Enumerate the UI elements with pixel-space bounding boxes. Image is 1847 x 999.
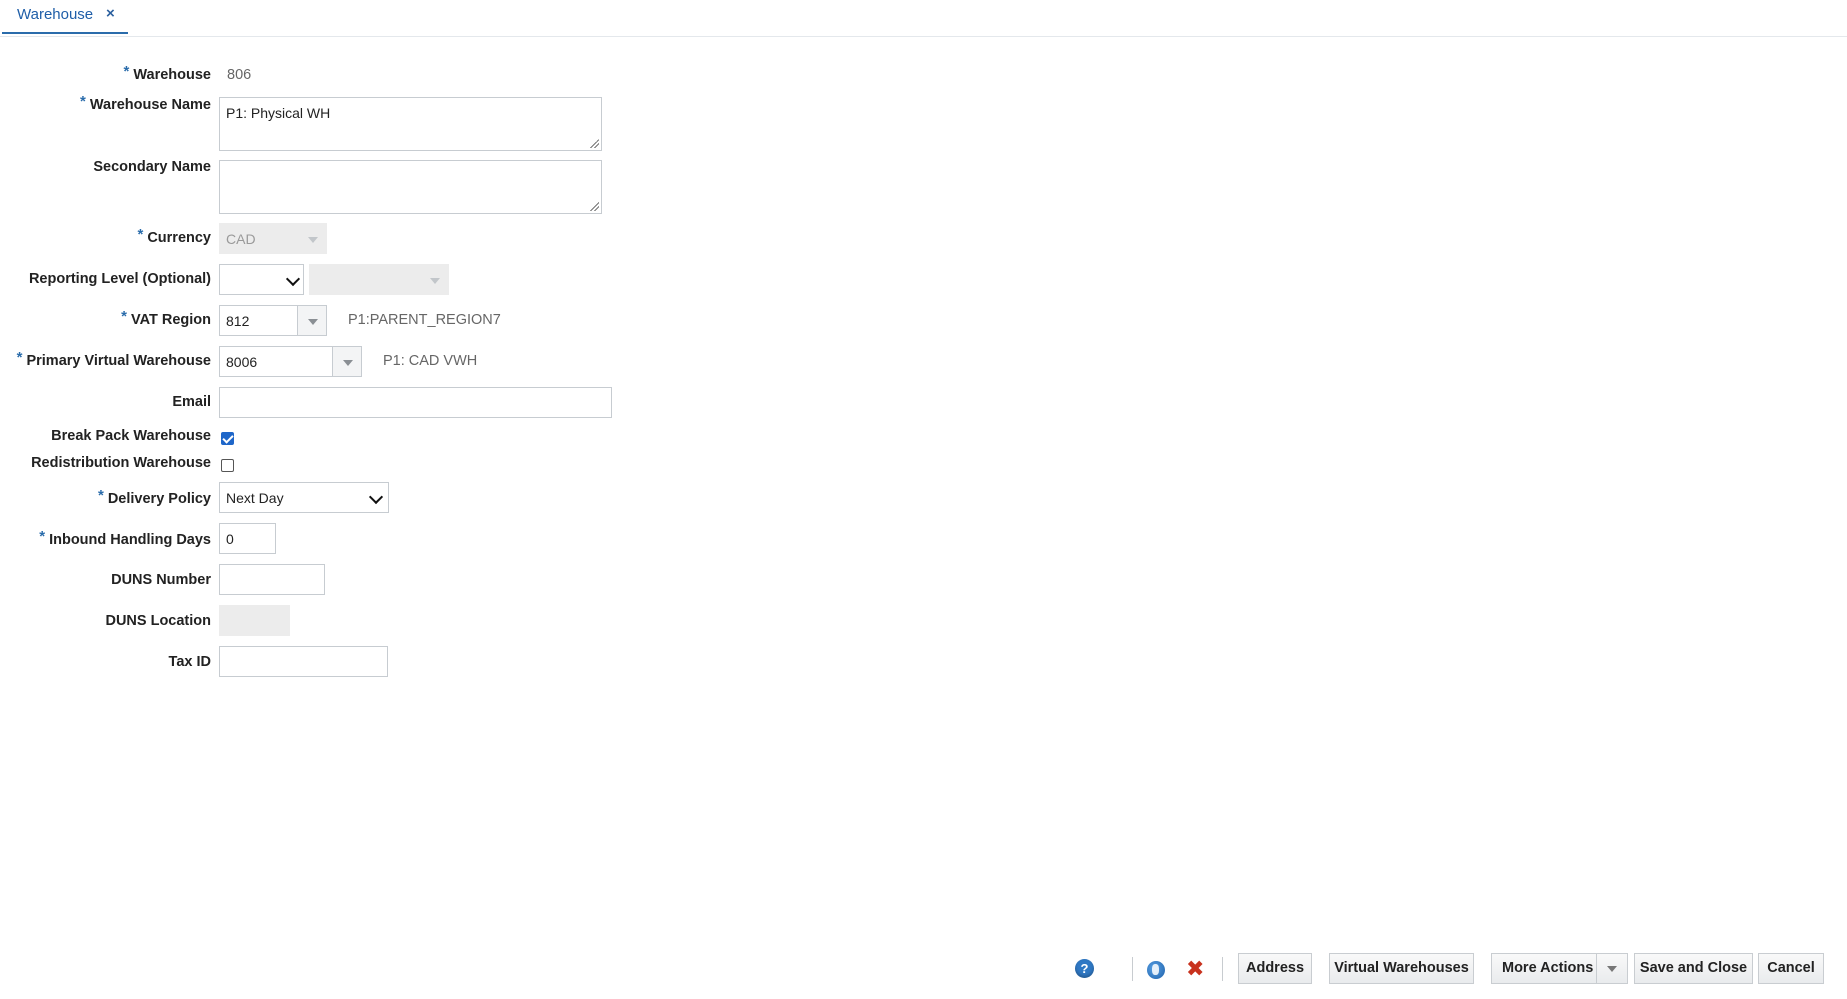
delivery-policy-select[interactable]: Next Day — [219, 482, 389, 513]
tax-id-label: Tax ID — [168, 654, 211, 670]
currency-value: CAD — [226, 231, 256, 247]
required-marker: * — [80, 93, 86, 110]
primary-virtual-warehouse-combo[interactable]: 8006 — [219, 346, 362, 377]
chevron-down-icon[interactable] — [1596, 954, 1627, 983]
required-marker: * — [121, 308, 127, 325]
inbound-handling-days-value: 0 — [226, 531, 234, 547]
cancel-button[interactable]: Cancel — [1758, 953, 1824, 984]
primary-virtual-warehouse-value: 8006 — [226, 354, 258, 370]
currency-combo: CAD — [219, 223, 327, 254]
duns-number-label: DUNS Number — [111, 572, 211, 588]
help-icon[interactable]: ? — [1075, 959, 1094, 978]
secondary-name-label: Secondary Name — [93, 159, 211, 175]
close-x-icon[interactable]: ✖ — [1186, 957, 1204, 981]
primary-virtual-warehouse-label: * Primary Virtual Warehouse — [16, 349, 211, 369]
warehouse-name-label: * Warehouse Name — [80, 93, 211, 113]
redistribution-warehouse-label: Redistribution Warehouse — [31, 455, 211, 471]
tab-close-icon[interactable]: × — [106, 5, 115, 22]
chevron-down-icon — [297, 223, 327, 254]
break-pack-warehouse-checkbox[interactable] — [221, 432, 234, 445]
reporting-level-label: Reporting Level (Optional) — [28, 271, 211, 287]
break-pack-warehouse-label: Break Pack Warehouse — [51, 428, 211, 444]
warehouse-value: 806 — [227, 67, 252, 83]
chevron-down-icon[interactable] — [297, 305, 327, 336]
chevron-down-icon — [419, 264, 449, 295]
duns-location-label: DUNS Location — [105, 613, 211, 629]
required-marker: * — [16, 349, 23, 366]
reporting-level-select[interactable] — [219, 264, 304, 295]
redistribution-warehouse-checkbox[interactable] — [221, 459, 234, 472]
required-marker: * — [123, 63, 130, 80]
vat-region-description: P1:PARENT_REGION7 — [348, 312, 501, 328]
address-button[interactable]: Address — [1238, 953, 1312, 984]
required-marker: * — [137, 226, 144, 243]
email-field[interactable] — [219, 387, 612, 418]
chevron-down-icon — [285, 271, 301, 287]
delivery-policy-label: * Delivery Policy — [97, 487, 211, 507]
toolbar-divider — [1132, 957, 1133, 981]
currency-label: * Currency — [137, 226, 211, 246]
warehouse-name-input[interactable]: P1: Physical WH — [219, 97, 602, 151]
tab-bar: Warehouse × — [0, 0, 1847, 37]
required-marker: * — [97, 487, 104, 504]
more-actions-label: More Actions — [1502, 960, 1594, 976]
chevron-down-icon — [368, 489, 384, 505]
tax-id-input[interactable] — [219, 646, 388, 677]
vat-region-value: 812 — [226, 313, 250, 329]
globe-icon[interactable] — [1147, 961, 1165, 979]
warehouse-name-value: P1: Physical WH — [226, 105, 331, 121]
duns-location-input — [219, 605, 290, 636]
tab-label[interactable]: Warehouse — [17, 6, 93, 23]
primary-virtual-warehouse-description: P1: CAD VWH — [383, 353, 478, 369]
save-and-close-button[interactable]: Save and Close — [1634, 953, 1753, 984]
more-actions-button[interactable]: More Actions — [1491, 953, 1628, 984]
secondary-name-input[interactable] — [219, 160, 602, 214]
toolbar-divider — [1222, 957, 1223, 981]
warehouse-label: * Warehouse — [123, 63, 211, 83]
vat-region-combo[interactable]: 812 — [219, 305, 327, 336]
inbound-handling-days-input[interactable]: 0 — [219, 523, 276, 554]
inbound-handling-days-label: * Inbound Handling Days — [39, 528, 211, 548]
duns-number-input[interactable] — [219, 564, 325, 595]
required-marker: * — [39, 528, 46, 545]
reporting-level-value-combo — [309, 264, 449, 295]
resize-grip-icon[interactable] — [589, 201, 599, 211]
delivery-policy-value: Next Day — [226, 490, 284, 506]
vat-region-label: * VAT Region — [121, 308, 211, 328]
chevron-down-icon[interactable] — [332, 346, 362, 377]
virtual-warehouses-button[interactable]: Virtual Warehouses — [1329, 953, 1474, 984]
resize-grip-icon[interactable] — [589, 138, 599, 148]
tab-warehouse[interactable]: Warehouse × — [2, 0, 128, 34]
email-label: Email — [172, 394, 211, 410]
